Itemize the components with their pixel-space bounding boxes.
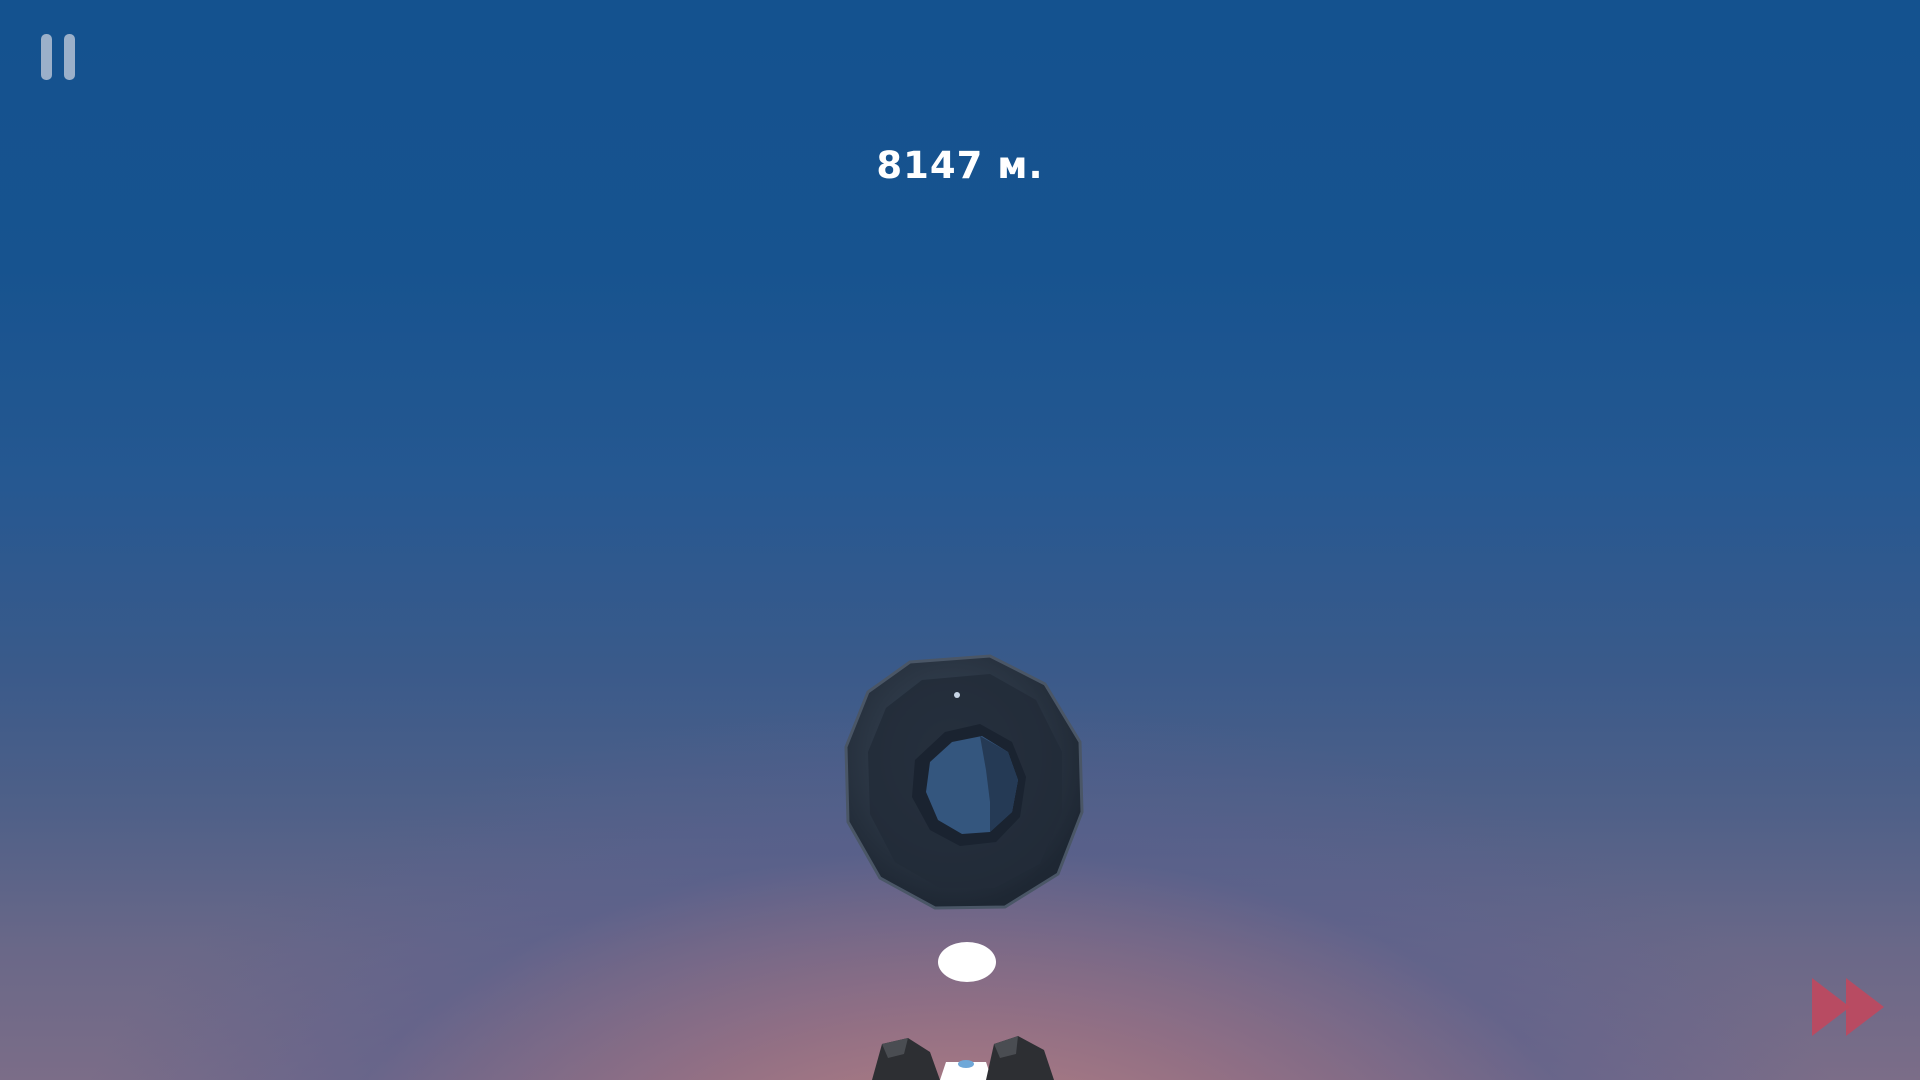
fast-forward-icon xyxy=(1812,978,1884,1036)
player-ball xyxy=(938,942,996,982)
fast-forward-button[interactable] xyxy=(1810,976,1888,1038)
pause-button[interactable] xyxy=(38,34,78,82)
launcher-platform xyxy=(872,1036,1054,1080)
distance-counter: 8147 м. xyxy=(876,144,1044,187)
tire-ring-obstacle xyxy=(844,654,1084,910)
